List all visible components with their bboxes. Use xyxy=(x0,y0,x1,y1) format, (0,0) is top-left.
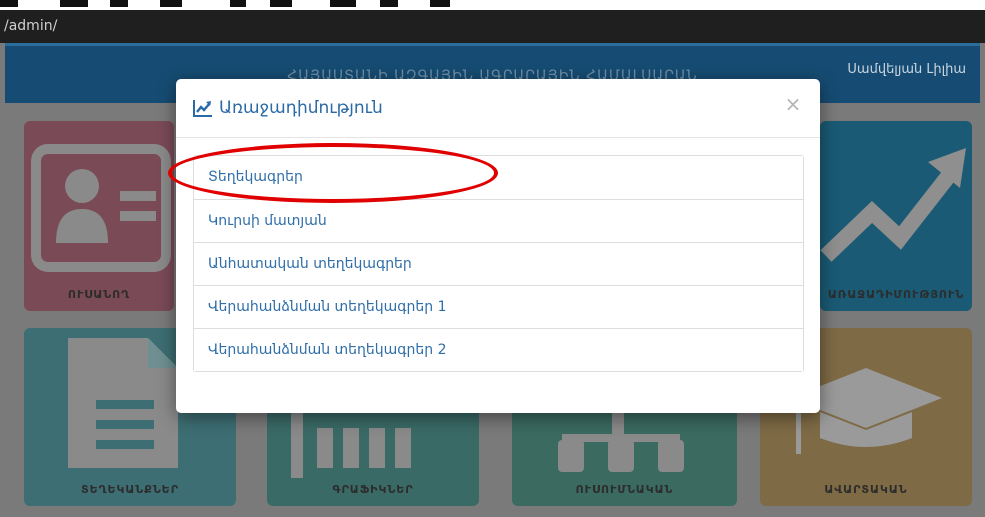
trend-up-icon xyxy=(820,148,966,262)
menu-item-reports[interactable]: Տեղեկագրեր xyxy=(194,156,803,199)
tile-label: ՈՒՍԱՆՈՂ xyxy=(67,288,131,301)
address-bar-url: /admin/ xyxy=(4,18,58,34)
tile-label: ԳՐԱՖԻԿՆԵՐ xyxy=(332,483,414,496)
user-name-link[interactable]: Սամվելյան Լիլիա xyxy=(847,62,966,77)
modal-header: Առաջադիմություն × xyxy=(176,79,820,138)
modal-title: Առաջադիմություն xyxy=(193,97,383,119)
menu-item-resubmission-reports-1[interactable]: Վերահանձնման տեղեկագրեր 1 xyxy=(194,285,803,328)
browser-tab-strip xyxy=(0,0,985,10)
tile-student[interactable]: ՈՒՍԱՆՈՂ xyxy=(24,121,174,311)
menu-item-individual-reports[interactable]: Անհատական տեղեկագրեր xyxy=(194,242,803,285)
tile-progress[interactable]: ԱՌԱՋԱԴԻՄՈՒԹՅՈՒՆ xyxy=(820,121,972,311)
close-icon[interactable]: × xyxy=(784,93,802,115)
line-chart-icon xyxy=(193,100,212,117)
tile-label: ՈՒՍՈՒՄՆԱԿԱՆ xyxy=(575,483,674,496)
tile-label: ԱՌԱՋԱԴԻՄՈՒԹՅՈՒՆ xyxy=(827,288,965,301)
tile-label: ԱՎԱՐՏԱԿԱՆ xyxy=(824,483,908,496)
modal-title-text: Առաջադիմություն xyxy=(219,98,383,118)
tile-label: ՏԵՂԵԿԱՆՔՆԵՐ xyxy=(80,483,180,496)
student-card-icon xyxy=(31,144,171,272)
report-menu-list: Տեղեկագրեր Կուրսի մատյան Անհատական տեղեկ… xyxy=(193,155,804,372)
address-bar[interactable]: /admin/ xyxy=(0,10,985,43)
menu-item-resubmission-reports-2[interactable]: Վերահանձնման տեղեկագրեր 2 xyxy=(194,328,803,371)
menu-item-course-journal[interactable]: Կուրսի մատյան xyxy=(194,199,803,242)
progress-modal: Առաջադիմություն × Տեղեկագրեր Կուրսի մատյ… xyxy=(176,79,820,413)
